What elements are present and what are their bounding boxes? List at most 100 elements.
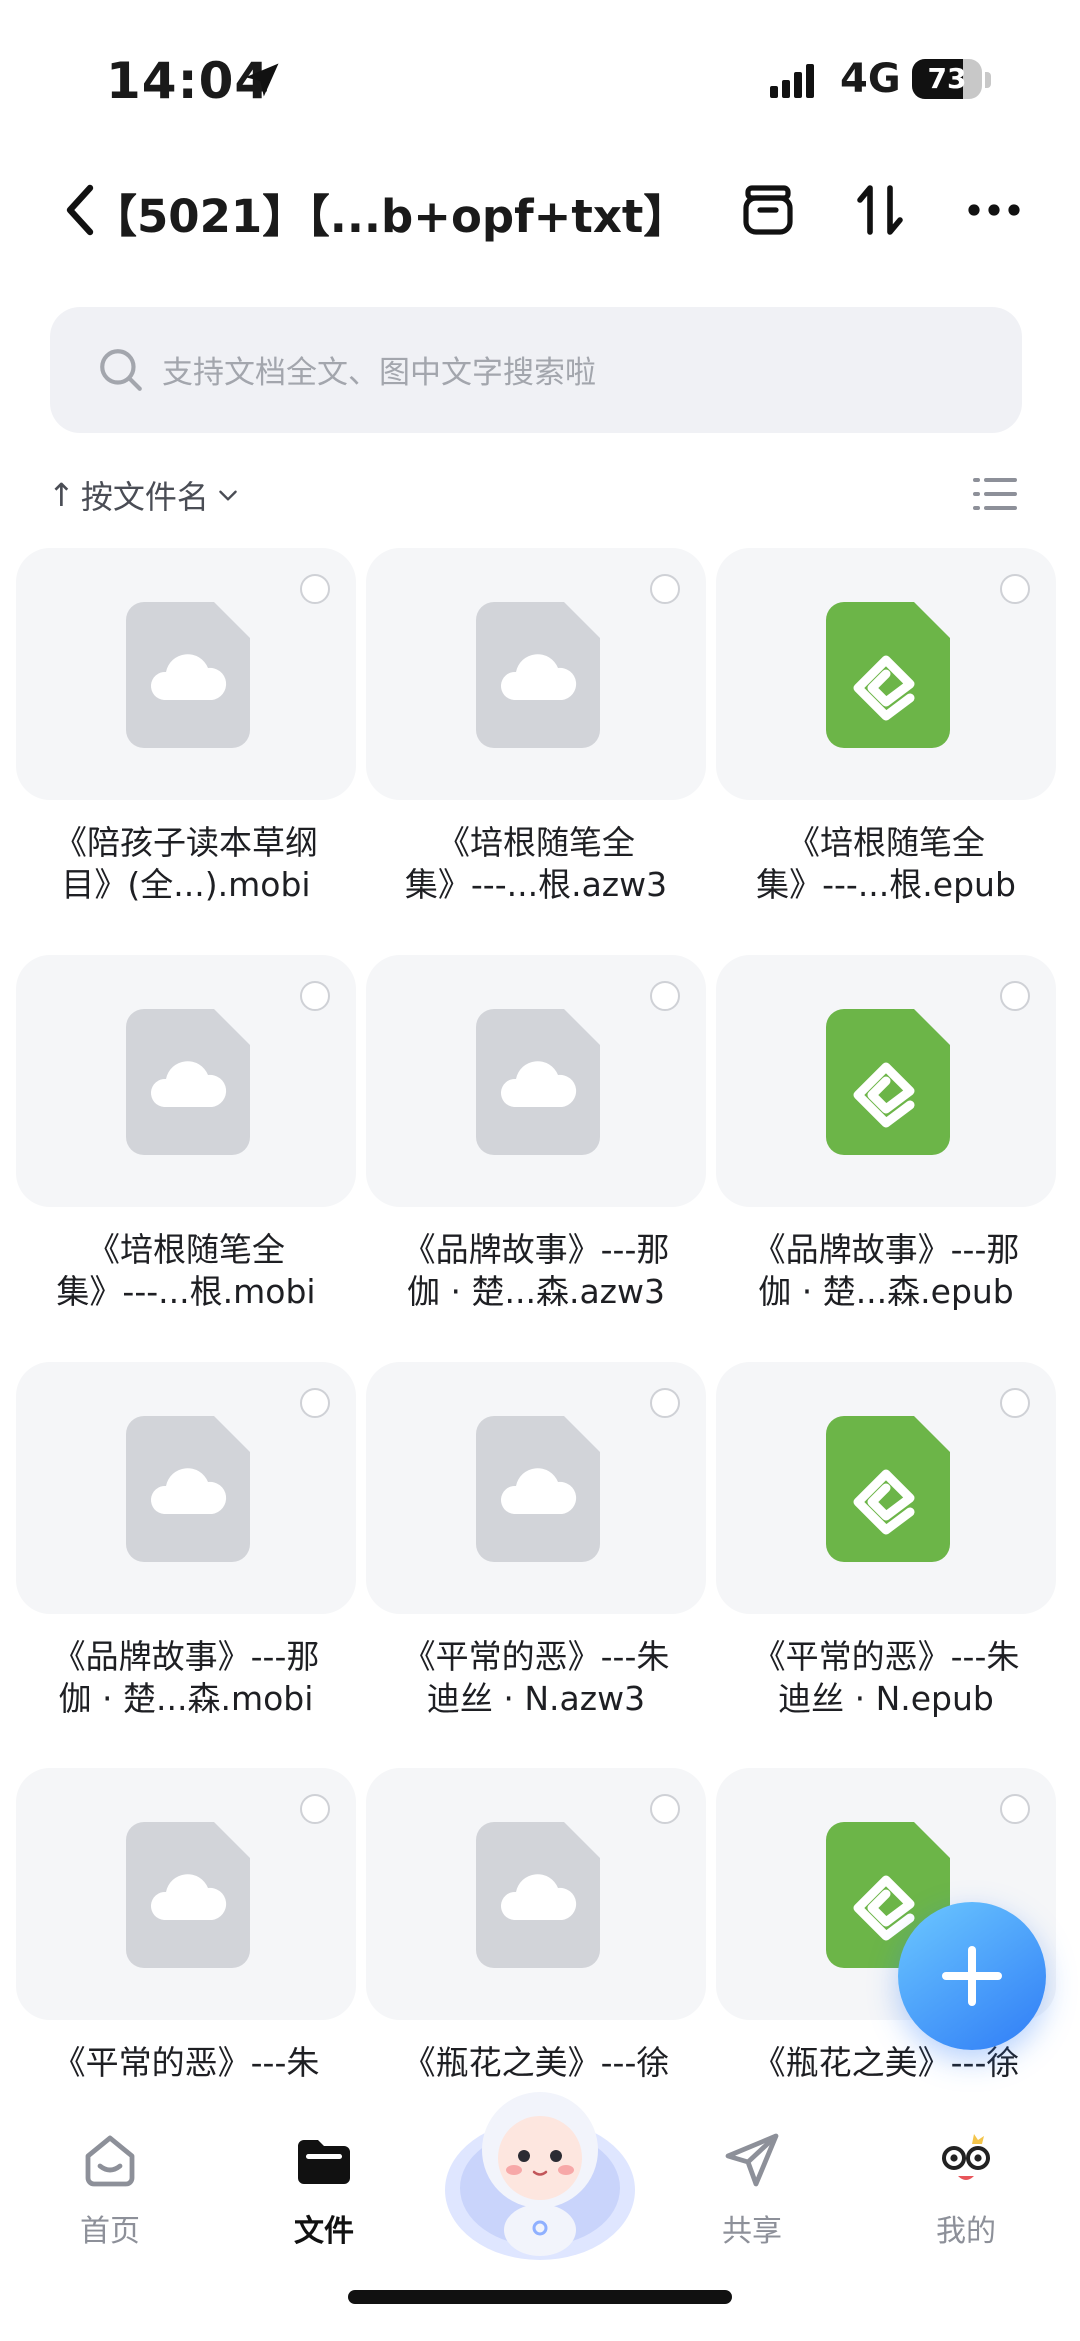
select-checkbox[interactable] <box>650 574 680 604</box>
file-name-line1: 《培根随笔全 <box>87 1230 285 1269</box>
file-name: 《品牌故事》---那伽 · 楚...森.azw3 <box>366 1229 706 1313</box>
file-name: 《品牌故事》---那伽 · 楚...森.mobi <box>16 1636 356 1720</box>
file-tile[interactable] <box>366 955 706 1207</box>
file-name-line1: 《培根随笔全 <box>437 823 635 862</box>
search-placeholder: 支持文档全文、图中文字搜索啦 <box>162 355 596 391</box>
select-checkbox[interactable] <box>300 1794 330 1824</box>
location-arrow-icon <box>245 63 279 97</box>
epub-file-icon <box>826 602 950 748</box>
nav-files-label: 文件 <box>294 2214 354 2249</box>
paper-plane-icon <box>725 2133 779 2187</box>
file-name: 《瓶花之美》---徐 <box>716 2042 1056 2084</box>
select-checkbox[interactable] <box>300 981 330 1011</box>
file-name-line1: 《平常的恶》---朱 <box>52 2043 320 2082</box>
nav-files[interactable]: 文件 <box>254 2110 394 2250</box>
select-checkbox[interactable] <box>1000 1388 1030 1418</box>
cloud-file-icon <box>126 1009 250 1155</box>
epub-file-icon <box>826 1009 950 1155</box>
nav-home-label: 首页 <box>80 2214 140 2249</box>
nav-home[interactable]: 首页 <box>40 2110 180 2250</box>
battery-icon: 73 <box>912 59 982 99</box>
cloud-file-icon <box>126 1822 250 1968</box>
list-view-icon[interactable] <box>972 474 1018 514</box>
bottom-nav: 首页 文件 共享 我的 <box>0 2092 1080 2341</box>
file-name-line2: 集》---...根.epub <box>756 865 1016 904</box>
file-name: 《平常的恶》---朱 <box>16 2042 356 2084</box>
file-name: 《品牌故事》---那伽 · 楚...森.epub <box>716 1229 1056 1313</box>
cloud-file-icon <box>126 1416 250 1562</box>
page-title: 【5021】【...b+opf+txt】 <box>92 190 689 243</box>
status-bar: 14:04 4G 73 <box>0 0 1080 150</box>
cloud-file-icon <box>476 1822 600 1968</box>
home-indicator <box>348 2290 732 2304</box>
file-tile[interactable] <box>16 548 356 800</box>
file-name: 《陪孩子读本草纲 目》(全...).mobi <box>16 822 356 906</box>
network-type: 4G <box>840 56 901 102</box>
file-name-line1: 《平常的恶》---朱 <box>402 1637 670 1676</box>
file-tile[interactable] <box>366 1768 706 2020</box>
file-tile[interactable] <box>716 548 1056 800</box>
cloud-file-icon <box>476 602 600 748</box>
file-name-line2: 迪丝 · N.epub <box>778 1679 994 1718</box>
nav-share[interactable]: 共享 <box>682 2110 822 2250</box>
archive-box-icon[interactable] <box>736 178 800 242</box>
file-name: 《平常的恶》---朱 迪丝 · N.azw3 <box>366 1636 706 1720</box>
signal-bars-icon <box>770 64 814 98</box>
chevron-down-icon <box>219 490 237 501</box>
home-icon <box>85 2135 135 2187</box>
file-tile[interactable] <box>716 1362 1056 1614</box>
top-bar: 【5021】【...b+opf+txt】 <box>0 160 1080 260</box>
select-checkbox[interactable] <box>1000 574 1030 604</box>
more-dots-icon[interactable] <box>962 178 1026 242</box>
file-name-line2: 迪丝 · N.azw3 <box>426 1679 646 1718</box>
battery-tip <box>985 72 991 88</box>
sort-label: 按文件名 <box>80 478 209 516</box>
file-tile[interactable] <box>366 548 706 800</box>
mascot-assistant-icon[interactable] <box>440 2070 640 2270</box>
nav-mine[interactable]: 我的 <box>896 2110 1036 2250</box>
file-name-line2: 目》(全...).mobi <box>61 865 311 904</box>
select-checkbox[interactable] <box>650 1794 680 1824</box>
file-name: 《培根随笔全 集》---...根.epub <box>716 822 1056 906</box>
sort-arrow: ↑ <box>48 476 75 514</box>
file-name-line2: 伽 · 楚...森.azw3 <box>407 1272 665 1311</box>
select-checkbox[interactable] <box>300 1388 330 1418</box>
file-name-line1: 《陪孩子读本草纲 <box>54 823 318 862</box>
select-checkbox[interactable] <box>1000 981 1030 1011</box>
add-button[interactable] <box>898 1902 1046 2050</box>
select-checkbox[interactable] <box>650 1388 680 1418</box>
sort-arrows-icon[interactable] <box>848 178 912 242</box>
cloud-file-icon <box>476 1009 600 1155</box>
profile-face-icon <box>942 2134 990 2180</box>
file-name-line2: 伽 · 楚...森.mobi <box>58 1679 314 1718</box>
folder-icon <box>298 2140 350 2184</box>
file-name-line2: 集》---...根.azw3 <box>404 865 668 904</box>
search-icon <box>100 349 142 391</box>
select-checkbox[interactable] <box>650 981 680 1011</box>
epub-file-icon <box>826 1416 950 1562</box>
cloud-file-icon <box>476 1416 600 1562</box>
file-tile[interactable] <box>716 955 1056 1207</box>
battery-percent: 73 <box>927 62 967 95</box>
select-checkbox[interactable] <box>300 574 330 604</box>
select-checkbox[interactable] <box>1000 1794 1030 1824</box>
nav-mine-label: 我的 <box>936 2214 996 2249</box>
file-name-line2: 伽 · 楚...森.epub <box>758 1272 1014 1311</box>
sort-bar: ↑ 按文件名 <box>0 460 1080 530</box>
file-name-line1: 《瓶花之美》---徐 <box>752 2043 1020 2082</box>
file-tile[interactable] <box>366 1362 706 1614</box>
file-name: 《培根随笔全 集》---...根.azw3 <box>366 822 706 906</box>
file-name-line1: 《品牌故事》---那 <box>752 1230 1020 1269</box>
sort-by-name-button[interactable]: ↑ 按文件名 <box>48 472 241 518</box>
plus-icon-vertical <box>968 1946 976 2006</box>
file-tile[interactable] <box>16 1362 356 1614</box>
cloud-file-icon <box>126 602 250 748</box>
file-name-line1: 《培根随笔全 <box>787 823 985 862</box>
file-name: 《平常的恶》---朱 迪丝 · N.epub <box>716 1636 1056 1720</box>
nav-share-label: 共享 <box>722 2214 782 2249</box>
file-tile[interactable] <box>16 1768 356 2020</box>
file-name: 《培根随笔全 集》---...根.mobi <box>16 1229 356 1313</box>
search-input[interactable]: 支持文档全文、图中文字搜索啦 <box>50 307 1022 433</box>
file-name-line1: 《品牌故事》---那 <box>402 1230 670 1269</box>
file-tile[interactable] <box>16 955 356 1207</box>
